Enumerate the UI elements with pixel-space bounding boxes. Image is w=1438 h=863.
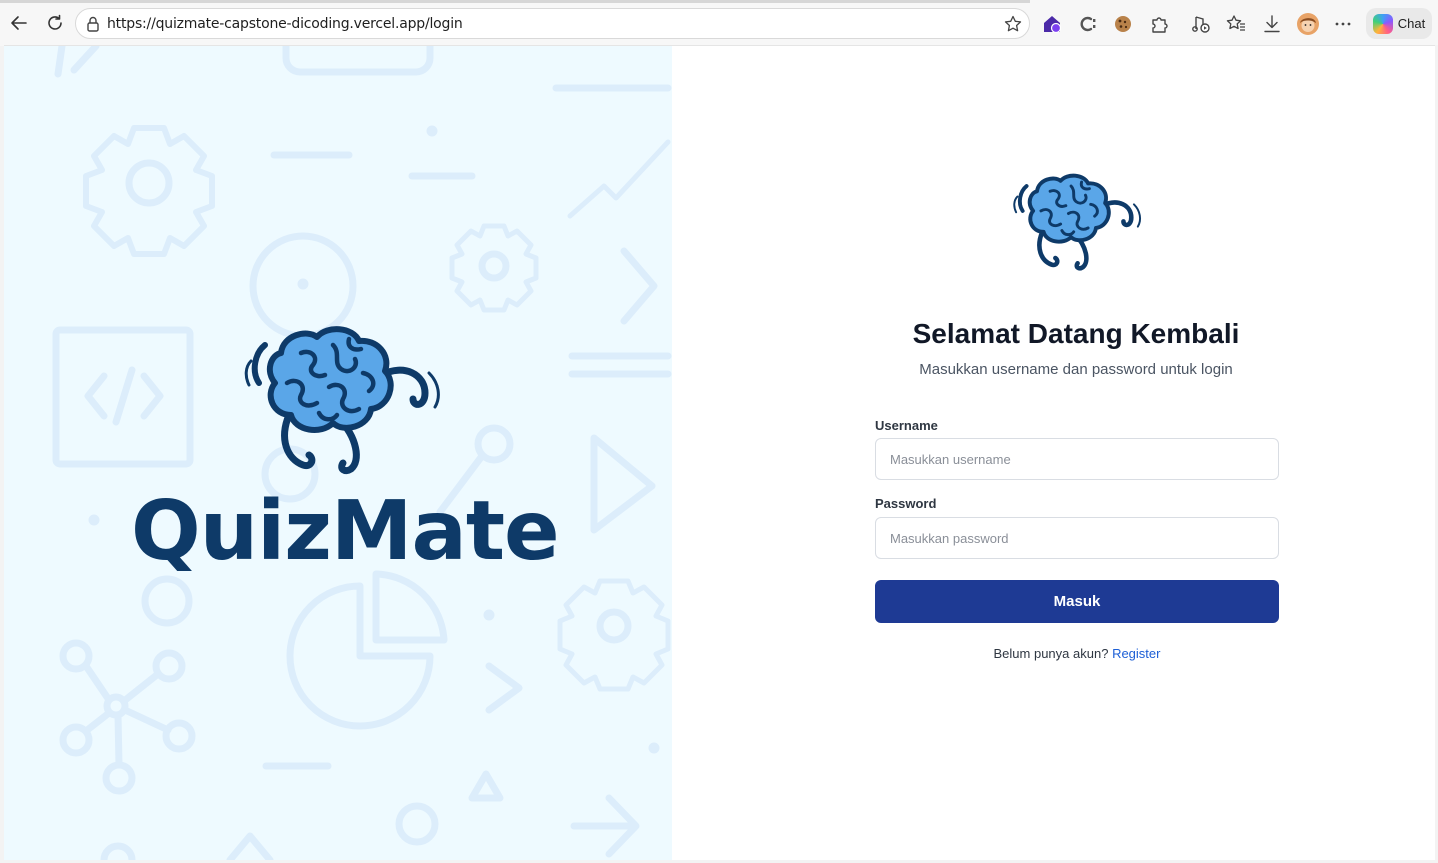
extensions-puzzle-icon[interactable]	[1147, 12, 1171, 36]
chat-label: Chat	[1397, 16, 1426, 31]
tab-strip-edge	[0, 0, 1030, 3]
profile-avatar-icon[interactable]	[1296, 12, 1320, 36]
page-subtitle: Masukkan username dan password untuk log…	[919, 361, 1233, 378]
login-panel: Selamat Datang Kembali Masukkan username…	[672, 46, 1435, 860]
cookie-icon[interactable]	[1111, 12, 1135, 36]
brain-mascot-small-logo	[1013, 173, 1142, 271]
favorite-star-icon[interactable]	[1003, 14, 1023, 39]
browser-toolbar: https://quizmate-capstone-dicoding.verce…	[0, 0, 1438, 46]
reload-button[interactable]	[43, 11, 67, 35]
register-link[interactable]: Register	[1112, 646, 1160, 661]
lock-icon	[85, 15, 101, 38]
password-input[interactable]	[875, 517, 1279, 559]
page-title: Selamat Datang Kembali	[912, 318, 1240, 349]
downloads-icon[interactable]	[1260, 12, 1284, 36]
copilot-chat-button[interactable]: Chat	[1366, 8, 1432, 39]
username-label: Username	[875, 418, 938, 433]
login-page: QuizMate Selamat Datang Kembali Masukkan…	[4, 45, 1435, 860]
url-text: https://quizmate-capstone-dicoding.verce…	[107, 16, 463, 32]
register-prompt: Belum punya akun?	[993, 646, 1109, 661]
password-label: Password	[875, 496, 937, 511]
extension-house-icon[interactable]	[1040, 12, 1064, 36]
favorites-icon[interactable]	[1224, 12, 1248, 36]
brand-wordmark: QuizMate	[131, 484, 560, 579]
username-input[interactable]	[875, 438, 1279, 480]
reload-icon	[48, 14, 62, 30]
register-prompt-line: Belum punya akun? Register	[875, 646, 1279, 661]
back-button[interactable]	[7, 11, 31, 35]
back-arrow-icon	[11, 16, 27, 30]
more-menu-icon[interactable]	[1331, 12, 1355, 36]
login-button[interactable]: Masuk	[875, 580, 1279, 623]
address-bar[interactable]: https://quizmate-capstone-dicoding.verce…	[75, 8, 1030, 39]
extension-c-icon[interactable]	[1076, 12, 1100, 36]
hero-panel: QuizMate	[4, 46, 672, 860]
copilot-icon	[1372, 13, 1393, 34]
brain-mascot-logo	[244, 326, 440, 475]
media-control-icon[interactable]	[1189, 12, 1213, 36]
